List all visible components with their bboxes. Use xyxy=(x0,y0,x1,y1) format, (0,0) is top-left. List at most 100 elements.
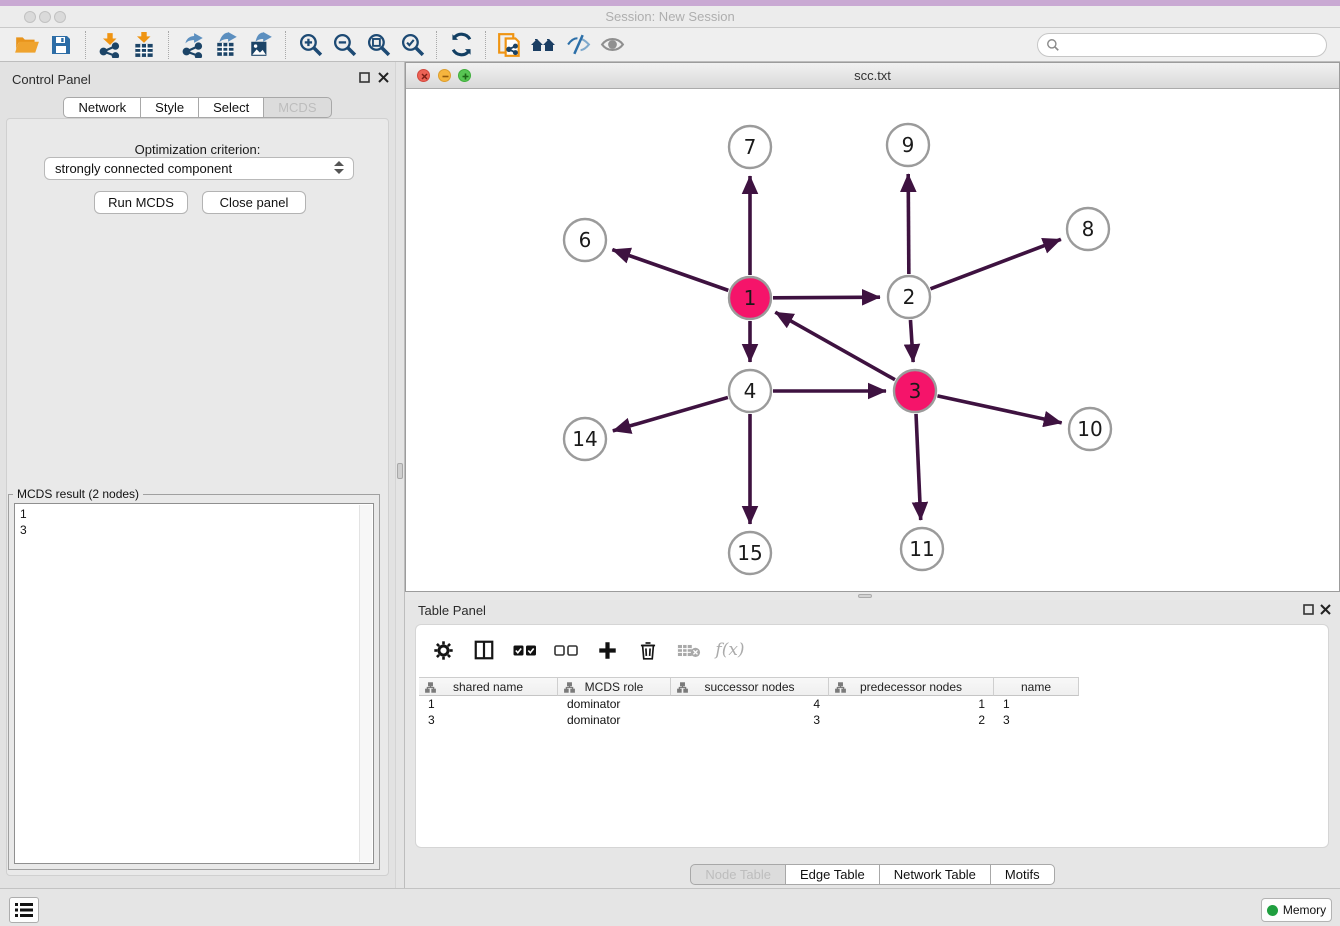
column-header-mcds-role[interactable]: MCDS role xyxy=(558,677,671,696)
column-visibility-icon[interactable] xyxy=(471,637,497,663)
select-all-rows-icon[interactable] xyxy=(512,637,538,663)
cell-shared-name[interactable]: 1 xyxy=(419,696,558,712)
network-window-titlebar[interactable]: scc.txt xyxy=(406,63,1339,89)
zoom-in-icon[interactable] xyxy=(293,30,327,60)
graph-edge-3-10[interactable] xyxy=(937,396,1061,423)
table-panel: Table Panel xyxy=(405,600,1340,888)
hide-panels-icon[interactable] xyxy=(561,30,595,60)
column-type-icon xyxy=(564,682,575,693)
criterion-select[interactable]: strongly connected component xyxy=(44,157,354,180)
tab-mcds[interactable]: MCDS xyxy=(263,97,331,118)
show-panels-icon[interactable] xyxy=(595,30,629,60)
mcds-result-title: MCDS result (2 nodes) xyxy=(13,487,143,501)
toolbar-separator xyxy=(168,31,169,59)
graph-node-15[interactable]: 15 xyxy=(729,532,771,574)
cell-name[interactable]: 3 xyxy=(994,712,1079,728)
column-header-shared-name[interactable]: shared name xyxy=(419,677,558,696)
network-graph[interactable]: 1 2 3 4 6 7 8 9 10 11 14 15 xyxy=(406,89,1339,591)
tab-node-table[interactable]: Node Table xyxy=(690,864,786,885)
toolbar-separator xyxy=(485,31,486,59)
add-column-icon[interactable] xyxy=(594,637,620,663)
tab-select[interactable]: Select xyxy=(198,97,264,118)
clone-network-icon[interactable] xyxy=(493,30,527,60)
graph-node-3[interactable]: 3 xyxy=(894,370,936,412)
delete-table-icon-disabled xyxy=(676,637,702,663)
mcds-result-textarea[interactable]: 1 3 xyxy=(14,503,374,864)
criterion-selected-value: strongly connected component xyxy=(55,161,232,176)
graph-node-1[interactable]: 1 xyxy=(729,277,771,319)
column-header-successor-nodes[interactable]: successor nodes xyxy=(671,677,829,696)
control-panel: Control Panel Network Style Select MCDS … xyxy=(0,62,395,888)
column-header-name[interactable]: name xyxy=(994,677,1079,696)
divider-handle[interactable] xyxy=(397,463,403,479)
vertical-split-divider[interactable] xyxy=(395,62,405,888)
graph-edge-3-1[interactable] xyxy=(775,312,895,379)
graph-node-4[interactable]: 4 xyxy=(729,370,771,412)
zoom-selected-icon[interactable] xyxy=(395,30,429,60)
graph-node-14[interactable]: 14 xyxy=(564,418,606,460)
graph-edge-2-9[interactable] xyxy=(908,174,909,274)
toolbar-separator xyxy=(436,31,437,59)
cyndex-icon[interactable] xyxy=(527,30,561,60)
close-panel-icon[interactable] xyxy=(1320,604,1333,617)
zoom-fit-icon[interactable] xyxy=(361,30,395,60)
memory-button[interactable]: Memory xyxy=(1261,898,1332,922)
graph-node-11[interactable]: 11 xyxy=(901,528,943,570)
graph-node-9[interactable]: 9 xyxy=(887,124,929,166)
graph-edge-1-2[interactable] xyxy=(773,297,880,298)
result-scrollbar[interactable] xyxy=(359,505,372,862)
float-panel-icon[interactable] xyxy=(1303,604,1316,617)
node-table: shared name MCDS role successor nodes pr… xyxy=(419,677,1325,728)
search-input[interactable] xyxy=(1037,33,1327,57)
zoom-out-icon[interactable] xyxy=(327,30,361,60)
search-text-field[interactable] xyxy=(1065,38,1315,52)
graph-node-2[interactable]: 2 xyxy=(888,276,930,318)
save-session-icon[interactable] xyxy=(44,30,78,60)
export-image-icon[interactable] xyxy=(244,30,278,60)
float-panel-icon[interactable] xyxy=(359,72,372,85)
graph-edge-2-8[interactable] xyxy=(931,239,1061,289)
refresh-icon[interactable] xyxy=(444,30,478,60)
cell-name[interactable]: 1 xyxy=(994,696,1079,712)
column-type-icon xyxy=(677,682,688,693)
cell-shared-name[interactable]: 3 xyxy=(419,712,558,728)
cell-mcds-role[interactable]: dominator xyxy=(558,696,671,712)
open-file-icon[interactable] xyxy=(10,30,44,60)
graph-node-10[interactable]: 10 xyxy=(1069,408,1111,450)
cell-predecessor-nodes[interactable]: 2 xyxy=(829,712,994,728)
graph-node-label: 15 xyxy=(737,541,762,565)
graph-edge-2-3[interactable] xyxy=(910,320,913,362)
cell-predecessor-nodes[interactable]: 1 xyxy=(829,696,994,712)
graph-node-6[interactable]: 6 xyxy=(564,219,606,261)
horizontal-split-divider[interactable] xyxy=(405,592,1340,600)
graph-node-8[interactable]: 8 xyxy=(1067,208,1109,250)
close-panel-icon[interactable] xyxy=(378,72,391,85)
close-panel-button[interactable]: Close panel xyxy=(202,191,306,214)
tab-network-table[interactable]: Network Table xyxy=(879,864,991,885)
cell-successor-nodes[interactable]: 4 xyxy=(671,696,829,712)
table-row[interactable]: 1 dominator 4 1 1 xyxy=(419,696,1325,712)
cell-successor-nodes[interactable]: 3 xyxy=(671,712,829,728)
table-row[interactable]: 3 dominator 3 2 3 xyxy=(419,712,1325,728)
graph-edge-3-11[interactable] xyxy=(916,414,921,520)
graph-edge-1-6[interactable] xyxy=(612,250,728,291)
export-table-icon[interactable] xyxy=(210,30,244,60)
tab-network[interactable]: Network xyxy=(63,97,141,118)
deselect-all-rows-icon[interactable] xyxy=(553,637,579,663)
cell-mcds-role[interactable]: dominator xyxy=(558,712,671,728)
import-network-icon[interactable] xyxy=(93,30,127,60)
graph-node-7[interactable]: 7 xyxy=(729,126,771,168)
graph-edge-4-14[interactable] xyxy=(613,397,728,430)
tab-edge-table[interactable]: Edge Table xyxy=(785,864,880,885)
task-history-button[interactable] xyxy=(9,897,39,923)
delete-column-icon[interactable] xyxy=(635,637,661,663)
table-settings-gear-icon[interactable] xyxy=(430,637,456,663)
tab-style[interactable]: Style xyxy=(140,97,199,118)
export-network-icon[interactable] xyxy=(176,30,210,60)
network-canvas[interactable]: 1 2 3 4 6 7 8 9 10 11 14 15 xyxy=(406,89,1339,591)
divider-handle[interactable] xyxy=(858,594,872,598)
run-mcds-button[interactable]: Run MCDS xyxy=(94,191,188,214)
column-header-predecessor-nodes[interactable]: predecessor nodes xyxy=(829,677,994,696)
import-table-icon[interactable] xyxy=(127,30,161,60)
tab-motifs[interactable]: Motifs xyxy=(990,864,1055,885)
